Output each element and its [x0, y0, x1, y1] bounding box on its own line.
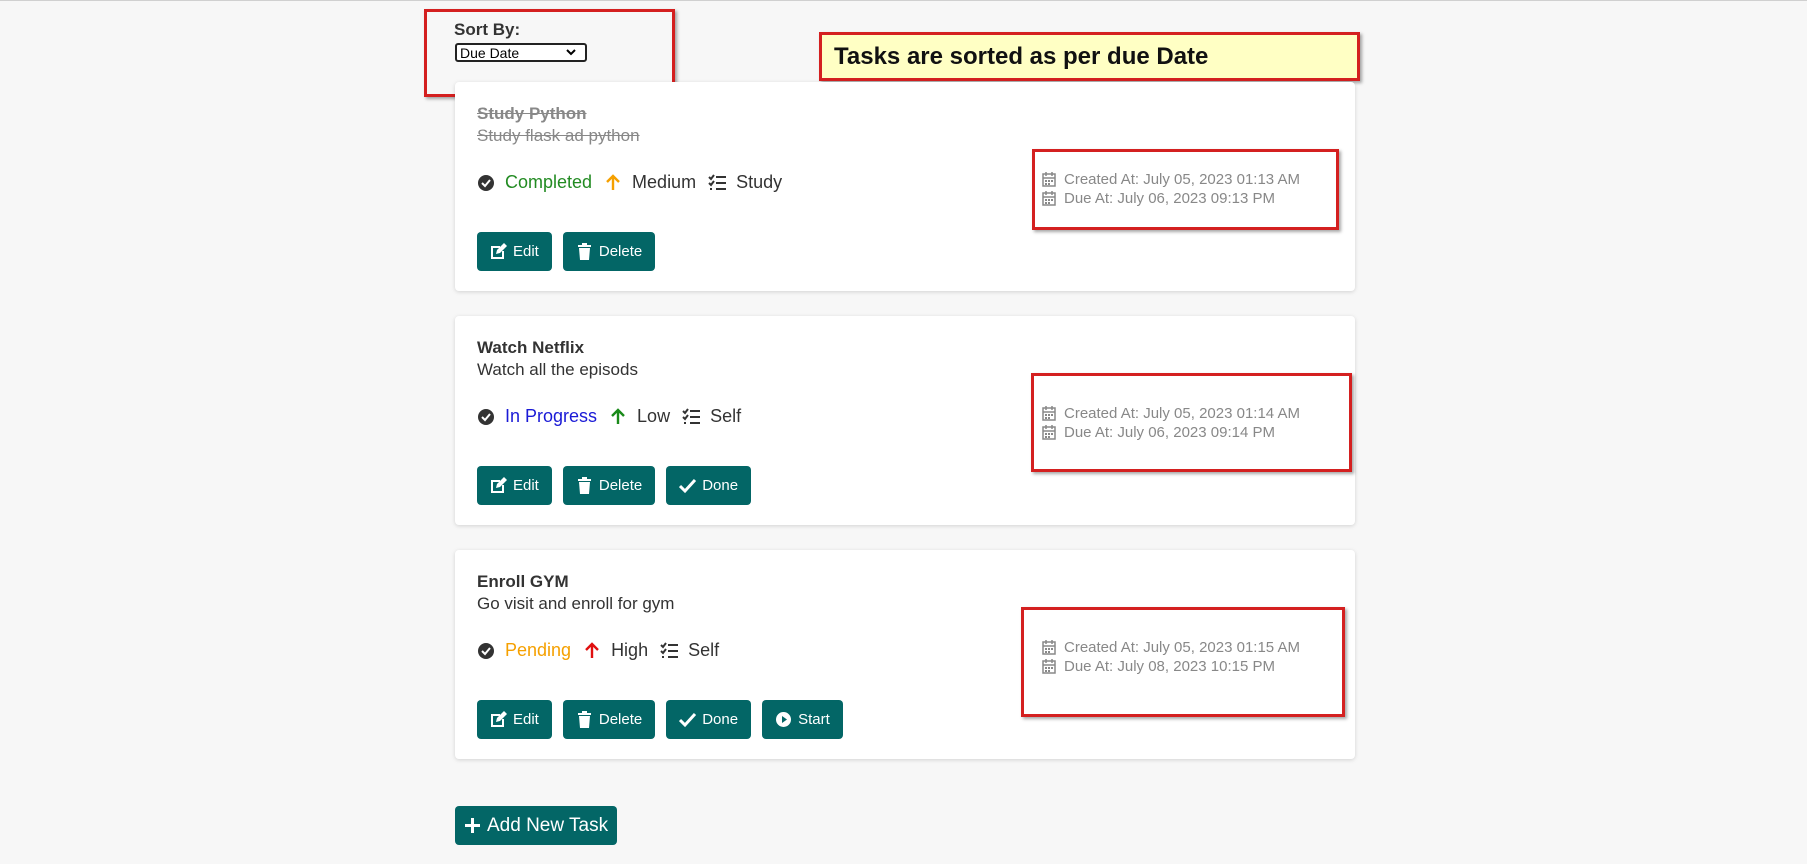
task-title: Study Python — [477, 104, 587, 123]
trash-icon — [577, 243, 591, 260]
edit-button[interactable]: Edit — [477, 232, 552, 271]
task-status: Completed — [505, 172, 593, 192]
list-check-icon — [708, 173, 727, 190]
checkmark-icon — [679, 478, 697, 494]
delete-label: Delete — [598, 243, 643, 260]
delete-button[interactable]: Delete — [562, 700, 656, 739]
annotation-box-dates — [1032, 149, 1339, 230]
start-label: Start — [798, 711, 830, 728]
task-priority: Medium — [632, 172, 697, 192]
task-actions: Edit Delete — [477, 232, 656, 271]
add-task-label: Add New Task — [487, 814, 609, 836]
checkmark-icon — [679, 712, 697, 728]
edit-icon — [491, 477, 507, 493]
annotation-box-dates — [1031, 373, 1352, 472]
task-description: Study flask ad python — [477, 126, 640, 145]
delete-button[interactable]: Delete — [562, 466, 656, 505]
arrow-up-icon — [585, 641, 599, 658]
check-circle-icon — [478, 408, 494, 425]
task-status: Pending — [505, 640, 572, 660]
edit-button[interactable]: Edit — [477, 466, 552, 505]
delete-label: Delete — [598, 711, 643, 728]
add-task-button[interactable]: Add New Task — [455, 806, 618, 845]
delete-button[interactable]: Delete — [562, 232, 656, 271]
check-circle-icon — [478, 642, 494, 659]
task-actions: Edit Delete Done Start — [477, 700, 843, 739]
task-status: In Progress — [505, 406, 598, 426]
plus-icon — [465, 818, 480, 833]
task-actions: Edit Delete Done — [477, 466, 752, 505]
annotation-note: Tasks are sorted as per due Date — [819, 32, 1360, 81]
check-circle-icon — [478, 174, 494, 191]
edit-label: Edit — [513, 477, 539, 494]
edit-button[interactable]: Edit — [477, 700, 552, 739]
done-button[interactable]: Done — [666, 700, 752, 739]
task-meta: In Progress Low Self — [477, 406, 741, 427]
trash-icon — [577, 477, 591, 494]
task-description: Go visit and enroll for gym — [477, 594, 675, 613]
arrow-up-icon — [611, 407, 625, 424]
task-priority: Low — [637, 406, 671, 426]
task-description: Watch all the episods — [477, 360, 638, 379]
task-category: Self — [688, 640, 720, 660]
task-title: Enroll GYM — [477, 572, 569, 591]
done-label: Done — [702, 477, 739, 494]
list-check-icon — [682, 407, 701, 424]
delete-label: Delete — [598, 477, 643, 494]
task-meta: Pending High Self — [477, 640, 719, 661]
play-circle-icon — [776, 712, 792, 727]
start-button[interactable]: Start — [762, 700, 843, 739]
task-category: Self — [710, 406, 742, 426]
trash-icon — [577, 711, 591, 728]
edit-label: Edit — [513, 711, 539, 728]
edit-icon — [491, 711, 507, 727]
annotation-box-dates — [1021, 607, 1345, 717]
done-label: Done — [702, 711, 739, 728]
task-title: Watch Netflix — [477, 338, 585, 357]
done-button[interactable]: Done — [666, 466, 752, 505]
task-meta: Completed Medium Study — [477, 172, 782, 193]
list-check-icon — [660, 641, 679, 658]
edit-icon — [491, 243, 507, 259]
edit-label: Edit — [513, 243, 539, 260]
arrow-up-icon — [606, 173, 620, 190]
task-category: Study — [736, 172, 783, 192]
task-priority: High — [611, 640, 649, 660]
